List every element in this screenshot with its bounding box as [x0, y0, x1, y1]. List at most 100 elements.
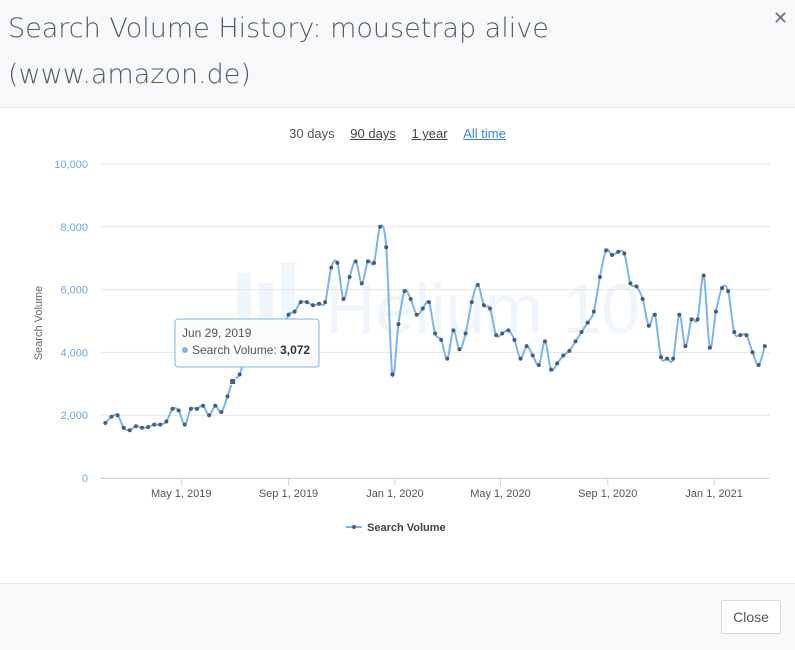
data-point	[414, 312, 419, 317]
tooltip-value: 3,072	[280, 343, 310, 357]
data-point	[616, 249, 621, 254]
data-point	[567, 348, 572, 353]
data-point	[353, 259, 358, 264]
data-point	[707, 345, 712, 350]
data-point	[762, 344, 767, 349]
legend[interactable]: Search Volume	[346, 522, 446, 534]
data-point	[597, 275, 602, 280]
data-point	[561, 353, 566, 358]
data-point	[512, 337, 517, 342]
data-point	[640, 297, 645, 302]
y-tick-label: 0	[82, 473, 88, 485]
tooltip-series-dot	[182, 347, 188, 353]
data-point	[451, 328, 456, 333]
data-point	[201, 403, 206, 408]
x-tick-label: May 1, 2020	[470, 488, 531, 500]
data-point	[109, 414, 114, 419]
x-tick-label: Jan 1, 2020	[366, 488, 424, 500]
data-point	[347, 275, 352, 280]
modal-title: Search Volume History: mousetrap alive (…	[8, 6, 728, 98]
data-point	[610, 253, 615, 258]
close-icon[interactable]: ✕	[773, 8, 788, 29]
data-point	[310, 303, 315, 308]
data-point	[463, 331, 468, 336]
range-30-days[interactable]: 30 days	[289, 126, 335, 141]
y-tick-label: 6,000	[60, 285, 88, 297]
data-point	[225, 394, 230, 399]
data-point	[433, 331, 438, 336]
data-point	[188, 406, 193, 411]
data-point	[500, 331, 505, 336]
data-point	[335, 260, 340, 265]
modal-header: Search Volume History: mousetrap alive (…	[0, 0, 795, 108]
data-point	[756, 362, 761, 367]
title-line-2: (www.amazon.de)	[8, 59, 251, 90]
data-point	[488, 306, 493, 311]
range-1-year[interactable]: 1 year	[411, 126, 447, 141]
data-point	[420, 306, 425, 311]
data-point	[402, 289, 407, 294]
data-point	[298, 300, 303, 305]
data-point	[683, 344, 688, 349]
close-button[interactable]: Close	[721, 600, 781, 634]
data-point	[359, 281, 364, 286]
x-tick-label: Sep 1, 2020	[578, 488, 637, 500]
data-point	[677, 312, 682, 317]
data-point	[634, 284, 639, 289]
data-point	[622, 251, 627, 256]
data-point	[317, 301, 322, 306]
x-tick-label: Sep 1, 2019	[259, 488, 318, 500]
data-point	[689, 317, 694, 322]
data-point	[524, 344, 529, 349]
data-point	[133, 424, 138, 429]
x-axis: May 1, 2019 Sep 1, 2019 Jan 1, 2020 May 1, …	[101, 478, 770, 500]
data-point	[726, 289, 731, 294]
data-point	[341, 297, 346, 302]
search-volume-chart: Helium 10 0 2,000 4,000 6,000 8,000 10,000 Ma…	[33, 159, 770, 534]
y-tick-label: 4,000	[60, 347, 88, 359]
data-point	[481, 303, 486, 308]
data-point	[408, 297, 413, 302]
data-point	[744, 333, 749, 338]
data-point	[701, 273, 706, 278]
data-point	[390, 372, 395, 377]
tooltip-series-name: Search Volume:	[192, 343, 280, 357]
legend-label[interactable]: Search Volume	[367, 522, 446, 534]
data-point	[445, 356, 450, 361]
range-90-days[interactable]: 90 days	[350, 126, 396, 141]
data-point	[121, 425, 126, 430]
data-point	[469, 300, 474, 305]
range-all-time[interactable]: All time	[463, 126, 506, 141]
data-point	[292, 309, 297, 314]
data-point	[475, 282, 480, 287]
data-point	[530, 353, 535, 358]
watermark-text: Helium 10	[325, 270, 640, 348]
data-point	[329, 265, 334, 270]
data-point	[573, 339, 578, 344]
data-point	[207, 413, 212, 418]
y-tick-label: 10,000	[54, 159, 88, 171]
y-tick-label: 2,000	[60, 410, 88, 422]
data-point	[158, 422, 163, 427]
data-point	[579, 329, 584, 334]
data-point	[658, 355, 663, 360]
data-point-highlighted	[229, 378, 237, 386]
range-selector: 30 days 90 days 1 year All time	[0, 126, 795, 141]
data-point	[555, 361, 560, 366]
data-point	[194, 406, 199, 411]
data-point	[665, 356, 670, 361]
data-point	[103, 421, 108, 426]
data-point	[365, 259, 370, 264]
data-point	[182, 422, 187, 427]
data-point	[542, 339, 547, 344]
data-point	[738, 333, 743, 338]
data-point	[536, 362, 541, 367]
title-line-1: Search Volume History: mousetrap alive	[8, 13, 549, 44]
data-point	[384, 245, 389, 250]
modal-footer	[0, 583, 795, 650]
tooltip-date: Jun 29, 2019	[182, 326, 252, 340]
data-point	[396, 322, 401, 327]
data-point	[146, 425, 151, 430]
data-point	[115, 413, 120, 418]
data-point	[286, 312, 291, 317]
